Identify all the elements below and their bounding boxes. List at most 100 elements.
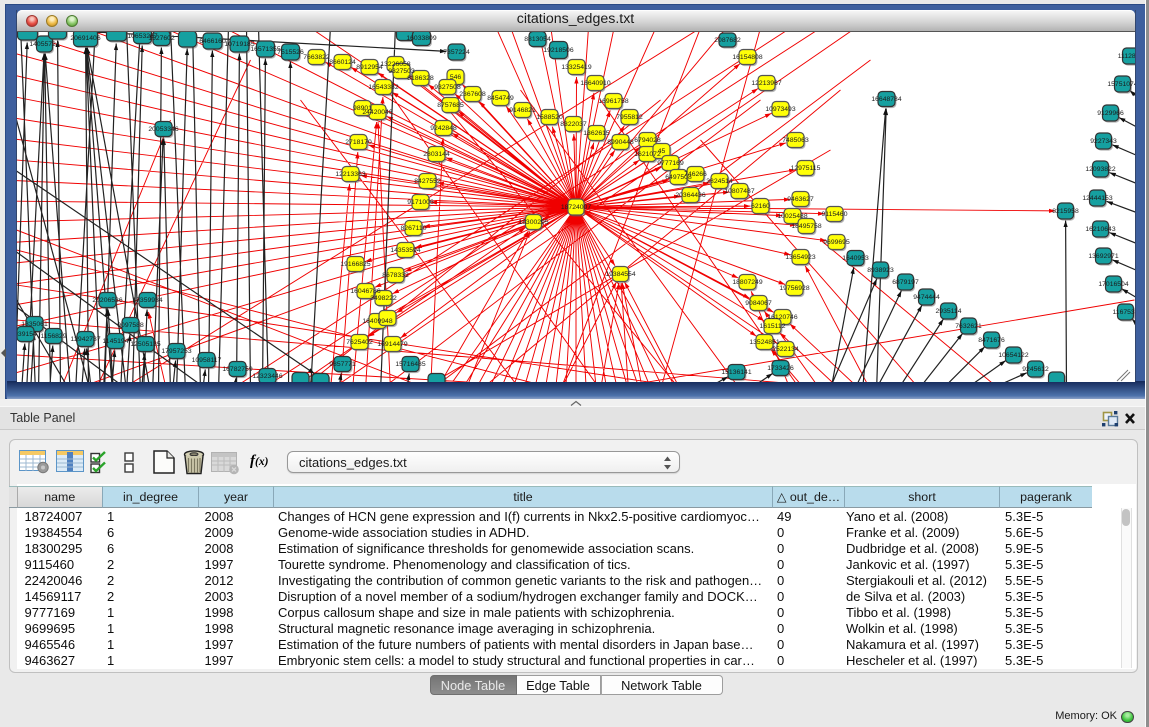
svg-text:546: 546 xyxy=(449,74,461,81)
svg-text:8813054: 8813054 xyxy=(524,36,551,43)
svg-text:12505135: 12505135 xyxy=(130,341,160,348)
svg-text:9115460: 9115460 xyxy=(821,211,847,218)
svg-text:2718170: 2718170 xyxy=(345,139,372,146)
svg-text:9171006: 9171006 xyxy=(407,199,434,206)
svg-text:10025488: 10025488 xyxy=(777,213,807,220)
svg-text:8471676: 8471676 xyxy=(978,337,1005,344)
svg-text:20053346: 20053346 xyxy=(148,126,178,133)
svg-text:16640910: 16640910 xyxy=(580,80,610,87)
svg-text:7357224: 7357224 xyxy=(443,49,470,56)
svg-text:16571355: 16571355 xyxy=(250,46,280,53)
svg-text:1156829: 1156829 xyxy=(40,333,66,340)
svg-text:10807487: 10807487 xyxy=(724,188,754,195)
svg-text:8186328: 8186328 xyxy=(407,75,434,82)
svg-text:18724007: 18724007 xyxy=(560,204,590,211)
svg-text:19218506: 19218506 xyxy=(543,47,573,54)
svg-text:16154808: 16154808 xyxy=(732,54,762,61)
svg-text:7485063: 7485063 xyxy=(782,137,809,144)
svg-text:9777169: 9777169 xyxy=(657,160,684,167)
svg-text:16648784: 16648784 xyxy=(871,96,901,103)
svg-text:7955812: 7955812 xyxy=(616,114,643,121)
svg-text:10654122: 10654122 xyxy=(998,352,1028,359)
svg-text:17016504: 17016504 xyxy=(1098,281,1128,288)
svg-text:12444153: 12444153 xyxy=(1082,195,1112,202)
svg-text:9242848: 9242848 xyxy=(430,125,457,132)
svg-text:1588520: 1588520 xyxy=(536,114,563,121)
svg-text:16543382: 16543382 xyxy=(368,84,398,91)
svg-text:16033809: 16033809 xyxy=(406,35,436,42)
svg-text:15751074: 15751074 xyxy=(1107,81,1135,88)
svg-text:14353594: 14353594 xyxy=(390,247,420,254)
svg-text:6794028: 6794028 xyxy=(634,137,661,144)
svg-text:1167533: 1167533 xyxy=(1112,309,1134,316)
svg-text:14055724: 14055724 xyxy=(29,41,59,48)
svg-text:19756928: 19756928 xyxy=(779,285,809,292)
svg-text:20364436: 20364436 xyxy=(675,192,705,199)
svg-text:13654923: 13654923 xyxy=(785,254,815,261)
svg-text:16961758: 16961758 xyxy=(598,98,628,105)
svg-text:3824514: 3824514 xyxy=(706,178,733,185)
svg-text:9097588: 9097588 xyxy=(117,322,144,329)
svg-text:1112856: 1112856 xyxy=(1117,53,1134,60)
svg-text:10958117: 10958117 xyxy=(191,357,221,364)
svg-text:7663822: 7663822 xyxy=(303,54,330,61)
svg-text:12093822: 12093822 xyxy=(1085,166,1115,173)
svg-text:7625402: 7625402 xyxy=(346,339,373,346)
svg-text:2367608: 2367608 xyxy=(459,91,486,98)
svg-text:15716485: 15716485 xyxy=(395,361,425,368)
svg-text:12942737: 12942737 xyxy=(70,336,100,343)
svg-text:8427552: 8427552 xyxy=(414,178,441,185)
svg-text:13325419: 13325419 xyxy=(561,64,591,71)
svg-text:8678332: 8678332 xyxy=(382,272,409,279)
svg-text:1733426: 1733426 xyxy=(767,365,794,372)
svg-text:18300295: 18300295 xyxy=(518,219,548,226)
svg-text:1145194: 1145194 xyxy=(102,338,128,345)
svg-text:62160: 62160 xyxy=(751,203,770,210)
svg-text:9857771: 9857771 xyxy=(329,361,356,368)
svg-text:16782759: 16782759 xyxy=(222,366,252,373)
svg-text:8267110: 8267110 xyxy=(400,225,426,232)
svg-text:9227343: 9227343 xyxy=(1090,138,1117,145)
svg-text:9146821: 9146821 xyxy=(509,107,536,114)
svg-text:19384554: 19384554 xyxy=(605,271,635,278)
svg-text:9084067: 9084067 xyxy=(745,300,772,307)
svg-text:18495758: 18495758 xyxy=(791,223,821,230)
svg-text:9474444: 9474444 xyxy=(913,294,940,301)
svg-text:1335061: 1335061 xyxy=(21,321,48,328)
svg-text:18807249: 18807249 xyxy=(732,279,762,286)
svg-text:20691406: 20691406 xyxy=(70,35,100,42)
svg-text:2803144: 2803144 xyxy=(423,151,450,158)
svg-text:8322037: 8322037 xyxy=(560,121,587,128)
svg-text:9245612: 9245612 xyxy=(1022,366,1049,373)
svg-text:939154: 939154 xyxy=(17,331,37,338)
svg-text:1527602: 1527602 xyxy=(148,35,175,42)
svg-text:9699695: 9699695 xyxy=(823,239,850,246)
svg-text:1615112: 1615112 xyxy=(759,323,785,330)
svg-text:9327503: 9327503 xyxy=(388,68,415,75)
svg-text:17359934: 17359934 xyxy=(132,297,162,304)
svg-text:8938923: 8938923 xyxy=(867,267,894,274)
svg-text:16210643: 16210643 xyxy=(1085,226,1115,233)
svg-text:1640953: 1640953 xyxy=(842,255,869,262)
svg-text:10973493: 10973493 xyxy=(765,106,795,113)
svg-text:3498222: 3498222 xyxy=(370,295,397,302)
svg-text:6466160: 6466160 xyxy=(199,38,226,45)
svg-text:8912954: 8912954 xyxy=(356,64,383,71)
svg-text:13692971: 13692971 xyxy=(1088,253,1118,260)
svg-text:16120746: 16120746 xyxy=(767,314,797,321)
svg-text:8660124: 8660124 xyxy=(329,59,356,66)
svg-text:16046786: 16046786 xyxy=(350,288,380,295)
svg-text:7515526: 7515526 xyxy=(277,49,304,56)
svg-text:2522134: 2522134 xyxy=(772,346,799,353)
svg-text:8215958: 8215958 xyxy=(1052,208,1079,215)
svg-text:12323446: 12323446 xyxy=(252,373,282,380)
svg-text:12975115: 12975115 xyxy=(790,165,820,172)
svg-text:12213363: 12213363 xyxy=(335,171,365,178)
svg-text:20206536: 20206536 xyxy=(92,297,122,304)
svg-text:12213967: 12213967 xyxy=(751,80,781,87)
svg-text:8990448: 8990448 xyxy=(607,139,634,146)
svg-text:2935114: 2935114 xyxy=(935,308,961,315)
svg-text:98901: 98901 xyxy=(353,105,372,112)
svg-text:2087682: 2087682 xyxy=(714,37,741,44)
svg-text:8757685: 8757685 xyxy=(437,102,464,109)
